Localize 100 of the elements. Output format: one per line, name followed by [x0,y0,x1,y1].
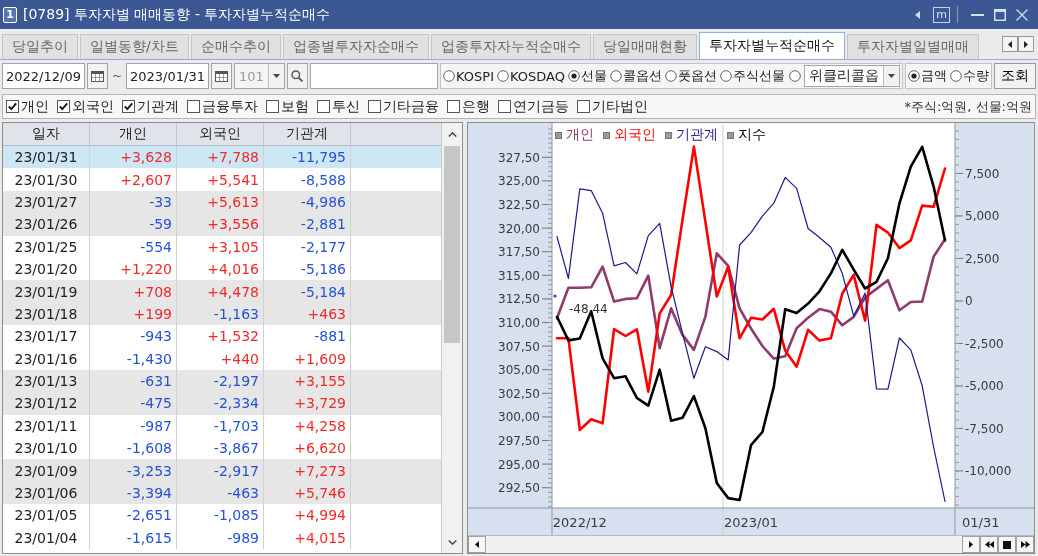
caret-left-icon[interactable] [915,10,920,19]
checkbox[interactable]: 개인 [6,97,49,116]
tab[interactable]: 업종별투자자순매수 [282,34,429,59]
checkbox[interactable]: 연기금등 [498,97,569,116]
scrollbar[interactable] [468,535,1034,553]
table-row[interactable]: 23/01/12 -475 -2,334 +3,729 [3,392,441,415]
option-dropdown[interactable]: 위클리콜옵 [804,65,900,87]
radio-button[interactable]: KOSPI [443,68,494,84]
table-row[interactable]: 23/01/09 -3,253 -2,917 +7,273 [3,459,441,482]
table-cell: -1,615 [90,526,177,550]
window-title: [0789] 투자자별 매매동향 - 투자자별누적순매수 [23,5,331,24]
search-button[interactable] [286,63,308,89]
tab[interactable]: 업종투자자누적순매수 [430,34,591,59]
column-header[interactable]: 기관계 [264,123,351,145]
data-label: -48,44 [569,301,608,316]
close-icon[interactable] [1016,8,1028,21]
axis-tick-label: -10,000 [965,464,1012,479]
table-cell: +3,105 [177,235,264,258]
checkbox[interactable]: 외국인 [57,97,114,116]
table-cell: -1,085 [177,504,264,527]
axis-tick-label: 292,50 [498,481,540,496]
table-cell: 23/01/04 [3,526,90,550]
table-row[interactable]: 23/01/27 -33 +5,613 -4,986 [3,190,441,214]
axis-tick-label: 297,50 [498,434,540,448]
table-cell: +1,609 [264,347,351,370]
legend-label: 외국인 [614,126,656,144]
tab[interactable]: 당일매매현황 [592,34,697,59]
axis-tick-label: 320,00 [498,221,540,236]
table-row[interactable]: 23/01/19 +708 +4,478 -5,184 [3,280,441,303]
checkbox[interactable]: 기타금융 [368,97,439,116]
table-cell: +440 [177,347,264,370]
tab[interactable]: 일별동향/차트 [80,34,189,59]
m-box-button[interactable]: m [933,6,950,23]
axis-tick-label: 312,50 [498,292,540,307]
marker-dot-icon [553,294,557,298]
table-row[interactable]: 23/01/06 -3,394 -463 +5,746 [3,481,441,505]
radio-button[interactable]: 수량 [950,67,989,85]
table-cell: +7,273 [264,459,351,482]
radio-button[interactable]: 선물 [568,67,607,85]
calendar-button[interactable] [210,63,232,89]
table-row[interactable]: 23/01/31 +3,628 +7,788 -11,795 [3,146,441,169]
checkbox[interactable]: 투신 [317,97,360,116]
axis-tick-label: 302,50 [498,386,540,401]
tab[interactable]: 투자자별누적순매수 [698,32,845,59]
table-cell: +3,729 [264,392,351,415]
table-cell: -3,253 [90,459,177,482]
fast-forward-button[interactable] [1016,536,1034,553]
table-cell: 23/01/12 [3,392,90,415]
caret-left-icon [1008,40,1012,48]
table-row[interactable]: 23/01/26 -59 +3,556 -2,881 [3,213,441,236]
column-header[interactable]: 개인 [90,123,177,145]
tab[interactable]: 순매수추이 [190,34,281,59]
radio-button[interactable]: 금액 [908,67,947,85]
tab-scroll-left-button[interactable] [1002,36,1018,52]
table-row[interactable]: 23/01/13 -631 -2,197 +3,155 [3,369,441,393]
maximize-icon[interactable] [994,8,1006,21]
table-row[interactable]: 23/01/18 +199 -1,163 +463 [3,302,441,326]
checkbox[interactable]: 기관계 [122,97,179,116]
calendar-button[interactable] [86,63,108,89]
table-cell: -881 [264,325,351,348]
checkbox[interactable]: 금융투자 [187,97,258,116]
axis-tick-label: 322,50 [498,198,540,212]
range-separator: ~ [110,68,123,85]
input-field[interactable] [309,63,439,89]
stop-button[interactable] [998,536,1016,553]
radio-button[interactable]: 주식선물 [720,67,785,85]
table-cell: -2,651 [90,504,177,527]
column-header[interactable]: 외국인 [177,123,264,145]
date-field[interactable]: 2023/01/31 [126,63,209,89]
minimize-icon[interactable] [971,13,984,16]
tab[interactable]: 당일추이 [2,34,78,59]
scroll-left-button[interactable] [468,536,486,553]
radio-icon[interactable] [789,70,801,82]
axis-tick-label: 2022/12 [552,515,607,530]
legend-label: 개인 [566,126,594,144]
radio-button[interactable]: 풋옵션 [665,67,717,85]
tab[interactable]: 투자자별일별매매 [846,34,979,59]
table-cell: +5,541 [177,168,264,191]
scrollbar[interactable] [441,123,462,553]
axis-tick-label: 2023/01 [724,515,778,530]
rewind-button[interactable] [980,536,998,553]
date-field[interactable]: 2022/12/09 [2,63,85,89]
scroll-right-button[interactable] [962,536,980,553]
radio-button[interactable]: 콜옵션 [610,67,662,85]
checkbox[interactable]: 보험 [266,97,309,116]
column-header[interactable]: 일자 [3,123,90,145]
table-cell: -2,881 [264,213,351,236]
axis-tick-label: 310,00 [498,316,540,330]
checkbox[interactable]: 기타법인 [577,97,648,116]
tab-scroll-right-button[interactable] [1018,36,1034,52]
table-cell: +2,607 [90,168,177,191]
date-label: 01/31 [962,515,1000,530]
axis-tick-label: -7,500 [965,421,1004,436]
checkbox[interactable]: 은행 [447,97,490,116]
scrollbar-thumb[interactable] [444,146,460,343]
axis-tick-label: 317,50 [498,245,540,260]
radio-button[interactable]: KOSDAQ [497,68,565,84]
query-button[interactable]: 조회 [994,63,1036,89]
stop-icon [1003,540,1011,549]
table-cell: 23/01/26 [3,213,90,236]
